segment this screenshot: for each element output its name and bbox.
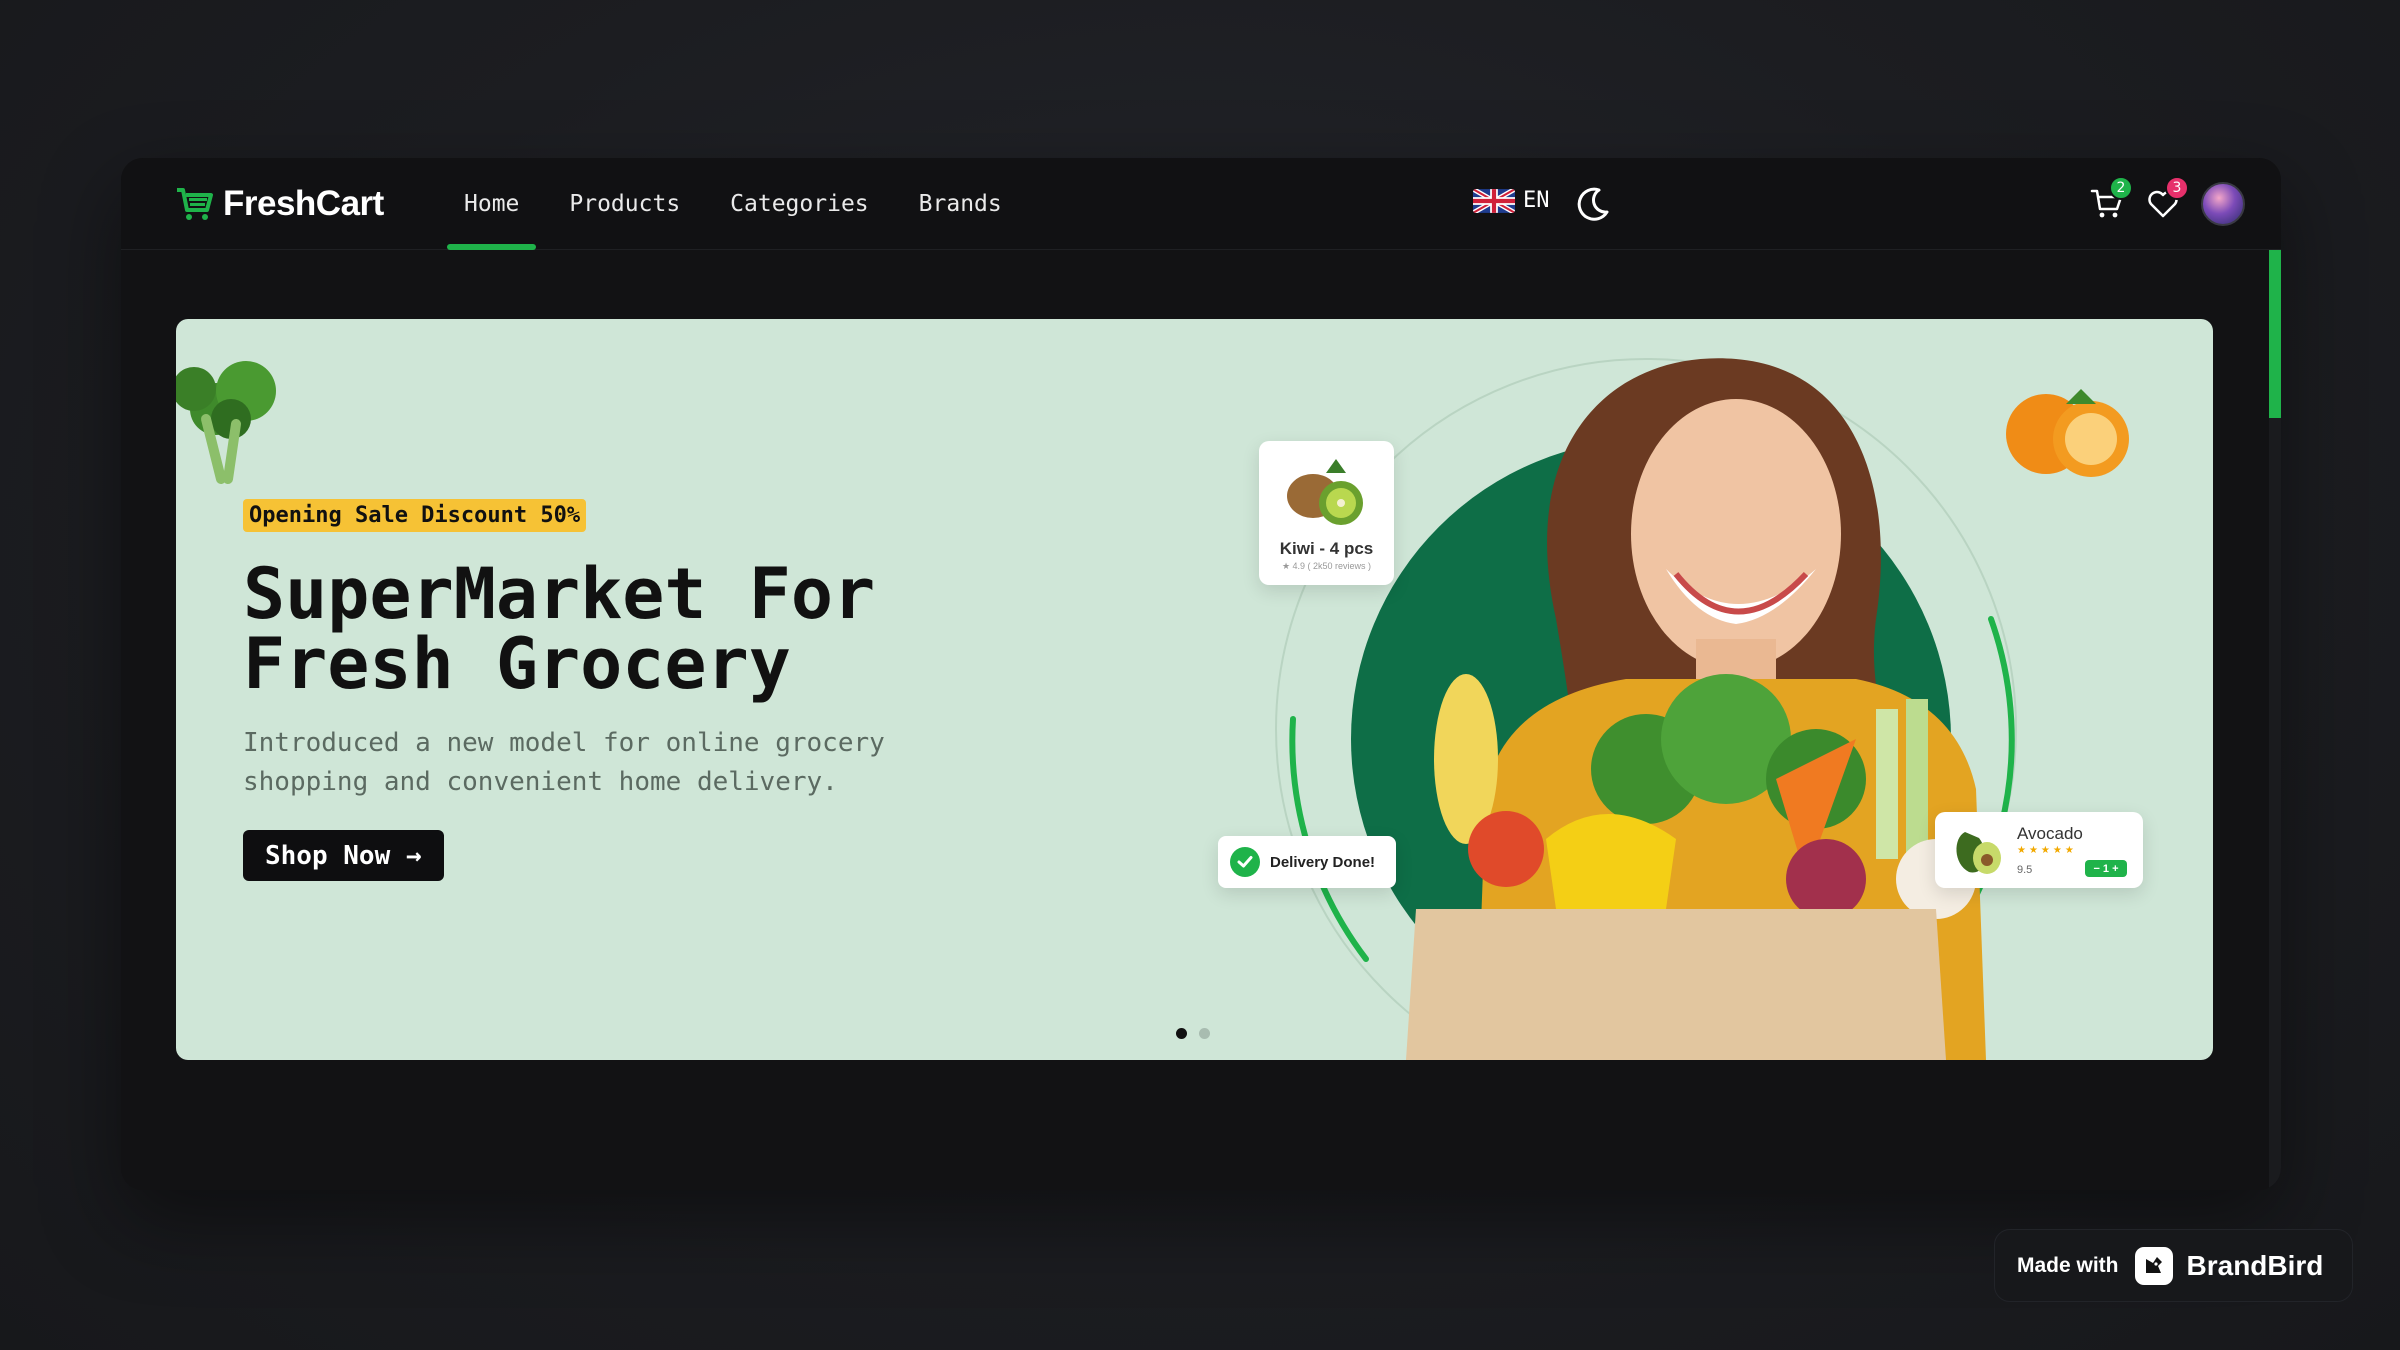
delivery-status-card: Delivery Done! — [1218, 836, 1396, 888]
kiwi-rating: ★ 4.9 ( 2k50 reviews ) — [1281, 561, 1372, 571]
carousel-dot-active[interactable] — [1176, 1028, 1187, 1039]
nav-item-categories[interactable]: Categories — [713, 158, 885, 250]
hero-banner: Opening Sale Discount 50% SuperMarket Fo… — [176, 319, 2213, 1060]
language-selector[interactable]: EN — [1473, 188, 1550, 213]
hero-title: SuperMarket For Fresh Grocery — [243, 553, 876, 705]
made-with-label: Made with — [2017, 1253, 2119, 1277]
app-window: FreshCart Home Products Categories Brand… — [121, 158, 2281, 1190]
wishlist-count-badge: 3 — [2165, 176, 2189, 200]
scrollbar-thumb[interactable] — [2269, 250, 2281, 418]
nav-item-label: Brands — [918, 191, 1002, 217]
cart-count-badge: 2 — [2109, 176, 2133, 200]
avocado-product-card[interactable]: Avocado ★★★★★ 9.5 − 1 + — [1935, 812, 2143, 888]
nav-item-home[interactable]: Home — [447, 158, 537, 250]
uk-flag-icon — [1473, 188, 1515, 213]
delivery-text: Delivery Done! — [1270, 853, 1376, 871]
header-actions: 2 3 — [2075, 176, 2245, 228]
user-avatar[interactable] — [2201, 182, 2245, 226]
broccoli-image — [176, 361, 276, 484]
top-navbar: FreshCart Home Products Categories Brand… — [121, 158, 2281, 250]
nav-item-label: Products — [569, 191, 681, 217]
hero-subtitle: Introduced a new model for online grocer… — [243, 728, 885, 797]
made-with-brandbird-badge[interactable]: Made with BrandBird — [1994, 1229, 2353, 1302]
avocado-stars: ★★★★★ — [2017, 845, 2077, 856]
paper-bag-image — [1406, 909, 1946, 1060]
avocado-price: 9.5 — [2017, 864, 2033, 876]
carousel-dots — [1176, 1028, 1222, 1039]
sale-badge: Opening Sale Discount 50% — [243, 499, 587, 532]
check-icon — [1230, 847, 1260, 877]
moon-icon[interactable] — [1573, 184, 1613, 224]
wishlist-button[interactable]: 3 — [2139, 176, 2189, 228]
nav-item-label: Home — [464, 191, 520, 217]
language-code: EN — [1523, 188, 1550, 213]
nav-item-products[interactable]: Products — [552, 158, 697, 250]
kiwi-image — [1287, 459, 1363, 525]
carousel-dot[interactable] — [1199, 1028, 1210, 1039]
cart-button[interactable]: 2 — [2083, 176, 2133, 228]
kiwi-name: Kiwi - 4 pcs — [1279, 539, 1374, 558]
oranges-image — [2006, 389, 2129, 477]
nav-item-label: Categories — [730, 191, 869, 217]
brandbird-logo-icon — [2134, 1246, 2173, 1285]
kiwi-product-card[interactable]: Kiwi - 4 pcs ★ 4.9 ( 2k50 reviews ) — [1259, 441, 1394, 585]
nav-item-brands[interactable]: Brands — [902, 158, 1019, 250]
shopping-cart-logo-icon — [177, 188, 213, 220]
brandbird-label: BrandBird — [2186, 1249, 2324, 1281]
quantity-stepper[interactable]: − 1 + — [2085, 860, 2127, 877]
avocado-name: Avocado — [2017, 824, 2083, 843]
shop-now-button[interactable]: Shop Now → — [243, 830, 444, 881]
main-nav: Home Products Categories Brands — [447, 158, 1035, 250]
brand-name: FreshCart — [223, 184, 384, 223]
brand-logo[interactable]: FreshCart — [175, 184, 384, 224]
avocado-image — [1956, 832, 2001, 874]
